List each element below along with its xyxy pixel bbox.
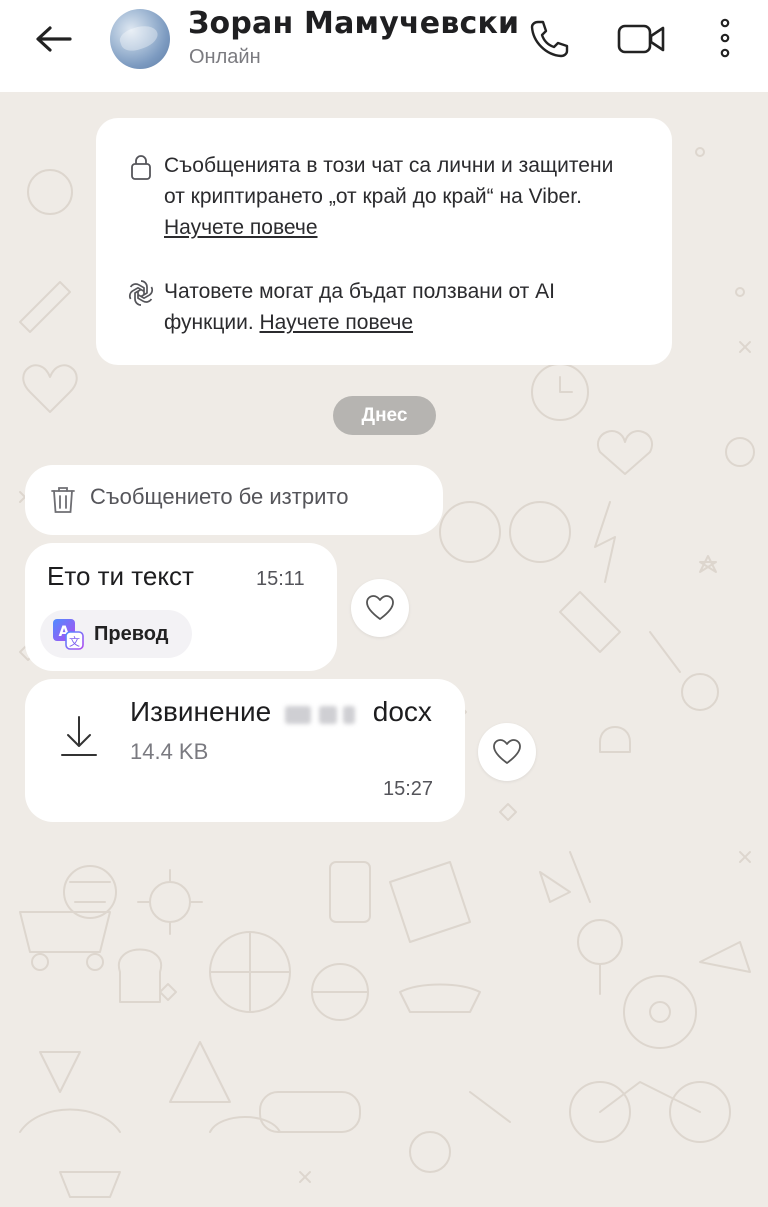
translate-button[interactable]: A 文 Превод [40,610,192,658]
back-arrow-icon[interactable] [30,20,78,60]
like-heart-button[interactable] [351,579,409,637]
translate-label: Превод [94,622,169,645]
ai-knot-icon [128,280,154,306]
file-name: Извинение docx [130,696,432,727]
like-heart-button[interactable] [478,723,536,781]
encryption-notice: Съобщенията в този чат са лични и защите… [126,150,634,243]
text-message-bubble[interactable]: Ето ти текст 15:11 A 文 Превод [25,543,337,671]
date-separator: Днес [333,396,436,435]
encryption-notice-card: Съобщенията в този чат са лични и защите… [96,118,672,365]
more-vertical-icon[interactable] [700,14,750,64]
chat-header: Зоран Мамучевски Онлайн [0,0,768,92]
message-text: Ето ти текст [47,561,194,591]
translate-icon: A 文 [53,619,84,650]
video-camera-icon[interactable] [615,14,665,64]
message-time: 15:27 [383,778,434,800]
deleted-message-bubble[interactable]: Съобщението бе изтрито [25,465,443,535]
ai-learn-more-link[interactable]: Научете повече [260,311,414,334]
heart-icon [493,739,521,764]
lock-icon [131,155,151,180]
phone-icon[interactable] [524,14,574,64]
contact-status: Онлайн [189,46,261,68]
download-icon[interactable] [59,713,99,757]
heart-icon [366,595,394,620]
chat-area[interactable]: Съобщенията в този чат са лични и защите… [0,92,768,1207]
encryption-notice-text: Съобщенията в този чат са лични и защите… [164,154,614,208]
contact-name[interactable]: Зоран Мамучевски [188,6,519,41]
message-time: 15:11 [256,568,305,590]
ai-notice: Чатовете могат да бъдат ползвани от AI ф… [126,276,634,338]
redacted-text [279,704,365,724]
deleted-message-text: Съобщението бе изтрито [90,484,349,509]
svg-text:文: 文 [69,635,80,649]
file-message-bubble[interactable]: Извинение docx 14.4 KB 15:27 [25,679,465,822]
avatar[interactable] [110,9,170,69]
trash-icon [51,487,75,513]
encryption-learn-more-link[interactable]: Научете повече [164,216,318,239]
file-size: 14.4 KB [130,739,209,764]
